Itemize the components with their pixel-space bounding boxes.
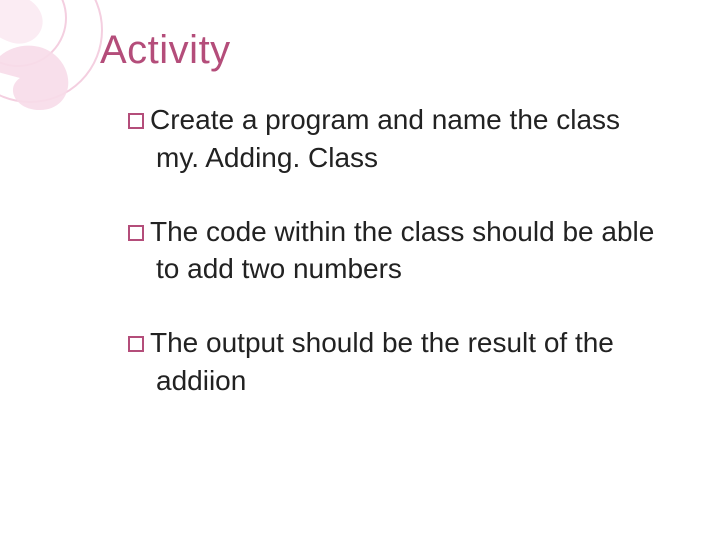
bullet-item: The code within the class should be able… [128, 213, 660, 289]
square-bullet-icon [128, 336, 144, 352]
bullet-lead: Create [150, 104, 234, 135]
square-bullet-icon [128, 113, 144, 129]
bullet-list: Create a program and name the class my. … [100, 101, 660, 400]
bullet-item: Create a program and name the class my. … [128, 101, 660, 177]
bullet-lead: The [150, 327, 198, 358]
slide-content: Activity Create a program and name the c… [0, 0, 720, 540]
bullet-rest: output should be the result of the addii… [156, 327, 614, 396]
bullet-lead: The [150, 216, 198, 247]
bullet-rest: code within the class should be able to … [156, 216, 654, 285]
square-bullet-icon [128, 225, 144, 241]
bullet-item: The output should be the result of the a… [128, 324, 660, 400]
slide-title: Activity [100, 28, 660, 73]
